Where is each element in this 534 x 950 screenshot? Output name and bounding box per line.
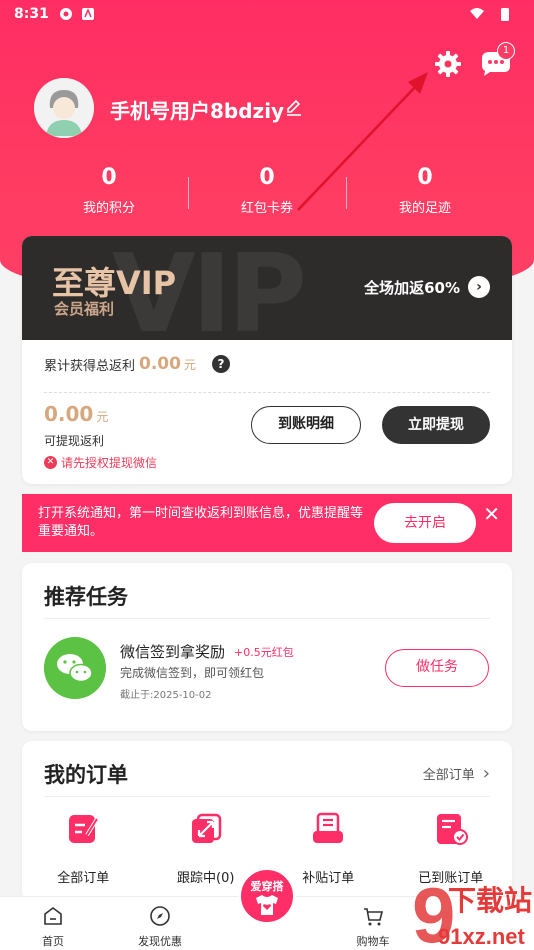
nav-outfits-label: 爱穿搭 — [250, 880, 284, 893]
chevron-right-icon: › — [468, 276, 490, 298]
cart-icon — [364, 908, 384, 926]
all-orders-link-text: 全部订单 — [422, 768, 475, 783]
nav-home[interactable]: 首页 — [13, 905, 93, 949]
message-count-badge: 1 — [497, 42, 515, 60]
stat-points-label: 我的积分 — [82, 201, 135, 216]
total-earnings-label: 累计获得总返利 — [44, 358, 136, 374]
stat-divider — [346, 177, 347, 209]
vip-promo[interactable]: 全场加返60% › — [364, 276, 490, 298]
total-earnings-unit: 元 — [183, 357, 196, 372]
orders-title: 我的订单 — [44, 763, 128, 787]
divider — [44, 796, 490, 797]
stat-coupons-value: 0 — [259, 165, 275, 190]
task-reward: +0.5元红包 — [234, 646, 294, 659]
nav-cart-label: 购物车 — [356, 935, 390, 948]
divider — [44, 392, 490, 393]
svg-text:91xz.net: 91xz.net — [438, 924, 525, 949]
total-earnings-amount: 0.00 — [139, 354, 181, 374]
task-description: 完成微信签到，即可领红包 — [120, 666, 265, 680]
nav-home-label: 首页 — [42, 935, 64, 948]
app-notification-icon — [59, 8, 72, 20]
auth-hint[interactable]: ✕ 请先授权提现微信 — [44, 454, 157, 471]
settings-gear-icon[interactable] — [434, 50, 462, 78]
withdrawable-amount-value: 0.00 — [44, 402, 94, 426]
home-icon — [44, 907, 62, 925]
withdrawable-label: 可提现返利 — [44, 434, 105, 448]
shirt-heart-icon — [256, 895, 278, 915]
total-earnings-row: 累计获得总返利 0.00 元 ? — [44, 354, 230, 374]
vip-banner[interactable]: VIP 至尊VIP 会员福利 全场加返60% › — [22, 236, 512, 357]
battery-icon — [501, 8, 509, 21]
wifi-icon — [470, 8, 484, 19]
avatar-illustration — [34, 78, 94, 138]
status-bar: 8:31 — [0, 0, 534, 28]
task-deadline: 截止于:2025-10-02 — [120, 690, 212, 701]
stat-footprints[interactable]: 0 我的足迹 — [346, 165, 504, 216]
wechat-icon — [44, 637, 106, 699]
watermark-logo: 9 下载站 91xz.net — [412, 871, 532, 950]
auth-hint-text: 请先授权提现微信 — [61, 456, 158, 470]
stat-points[interactable]: 0 我的积分 — [30, 165, 188, 216]
stat-footprints-label: 我的足迹 — [398, 201, 451, 216]
site-watermark: 9 下载站 91xz.net — [408, 862, 534, 950]
edit-pencil-icon[interactable] — [285, 98, 303, 116]
received-icon — [436, 814, 468, 845]
order-shortcut-label: 全部订单 — [57, 871, 110, 886]
compass-icon — [150, 906, 170, 926]
nav-cart[interactable]: 购物车 — [333, 905, 413, 949]
nav-discover[interactable]: 发现优惠 — [120, 905, 200, 949]
stat-coupons-label: 红包卡券 — [240, 201, 293, 216]
divider — [44, 618, 490, 619]
username[interactable]: 手机号用户8bdziy — [110, 95, 284, 124]
withdraw-now-button[interactable]: 立即提现 — [382, 406, 490, 444]
nav-outfits-button[interactable]: 爱穿搭 — [238, 867, 296, 925]
avatar[interactable] — [34, 78, 94, 138]
stat-footprints-value: 0 — [417, 165, 433, 190]
help-question-icon[interactable]: ? — [211, 355, 230, 373]
status-time: 8:31 — [14, 6, 49, 22]
all-orders-link[interactable]: 全部订单 › — [423, 763, 490, 784]
recommended-tasks-card: 推荐任务 微信签到拿奖励 +0.5元红包 完成微信签到，即可领红包 截止于:20… — [22, 563, 512, 731]
subsidy-icon — [313, 812, 344, 843]
chevron-right-icon: › — [482, 763, 490, 784]
order-list-icon — [69, 815, 99, 843]
stat-coupons[interactable]: 0 红包卡券 — [188, 165, 346, 216]
close-icon[interactable]: ✕ — [483, 502, 500, 526]
tracking-icon — [191, 813, 221, 843]
vip-promo-text: 全场加返60% — [364, 278, 460, 297]
payout-details-button[interactable]: 到账明细 — [251, 406, 361, 444]
notification-banner: 打开系统通知，第一时间查收返利到账信息，优惠提醒等重要通知。 去开启 ✕ — [22, 494, 512, 552]
vip-subtitle: 会员福利 — [54, 300, 115, 318]
enable-notifications-button[interactable]: 去开启 — [374, 503, 476, 543]
nav-discover-label: 发现优惠 — [138, 935, 182, 948]
withdrawable-amount: 0.00 元 — [44, 402, 108, 426]
task-name: 微信签到拿奖励 — [120, 643, 226, 661]
app-notification-icon-2 — [81, 8, 94, 20]
user-stats: 0 我的积分 0 红包卡券 0 我的足迹 — [30, 165, 504, 216]
stat-divider — [188, 177, 189, 209]
error-x-icon: ✕ — [44, 456, 57, 469]
do-task-button[interactable]: 做任务 — [385, 649, 489, 687]
order-shortcut-all[interactable]: 全部订单 — [22, 811, 145, 886]
notification-text: 打开系统通知，第一时间查收返利到账信息，优惠提醒等重要通知。 — [38, 506, 364, 539]
tasks-title: 推荐任务 — [44, 585, 128, 609]
withdrawable-amount-unit: 元 — [96, 410, 109, 424]
vip-card: VIP 至尊VIP 会员福利 全场加返60% › 累计获得总返利 0.00 元 … — [22, 236, 512, 484]
svg-text:下载站: 下载站 — [448, 884, 532, 917]
stat-points-value: 0 — [101, 165, 117, 190]
